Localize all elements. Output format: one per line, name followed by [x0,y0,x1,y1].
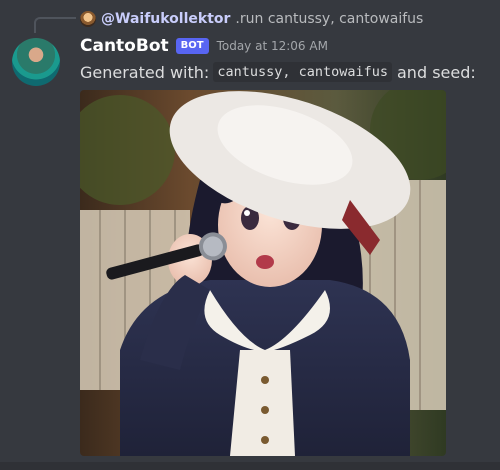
author-avatar[interactable] [12,38,60,86]
content-text-after: and seed: [397,62,476,82]
reply-mention[interactable]: @Waifukollektor [101,11,230,27]
author-username[interactable]: CantoBot [80,36,169,56]
reply-preview[interactable]: @Waifukollektor .run cantussy, cantowaif… [80,8,423,30]
image-attachment[interactable] [80,90,446,456]
message-header: CantoBot BOT Today at 12:06 AM [80,36,328,56]
inline-code: cantussy, cantowaifus [213,62,392,82]
reply-text[interactable]: .run cantussy, cantowaifus [235,11,423,27]
content-text-before: Generated with: [80,62,210,82]
message-content: Generated with: cantussy, cantowaifus an… [80,62,476,82]
bottom-divider [0,462,500,470]
message-timestamp[interactable]: Today at 12:06 AM [217,39,328,53]
reply-avatar[interactable] [80,11,96,27]
bot-badge: BOT [175,38,209,54]
generated-anime-image[interactable] [80,90,446,456]
reply-connector-line [34,17,76,33]
